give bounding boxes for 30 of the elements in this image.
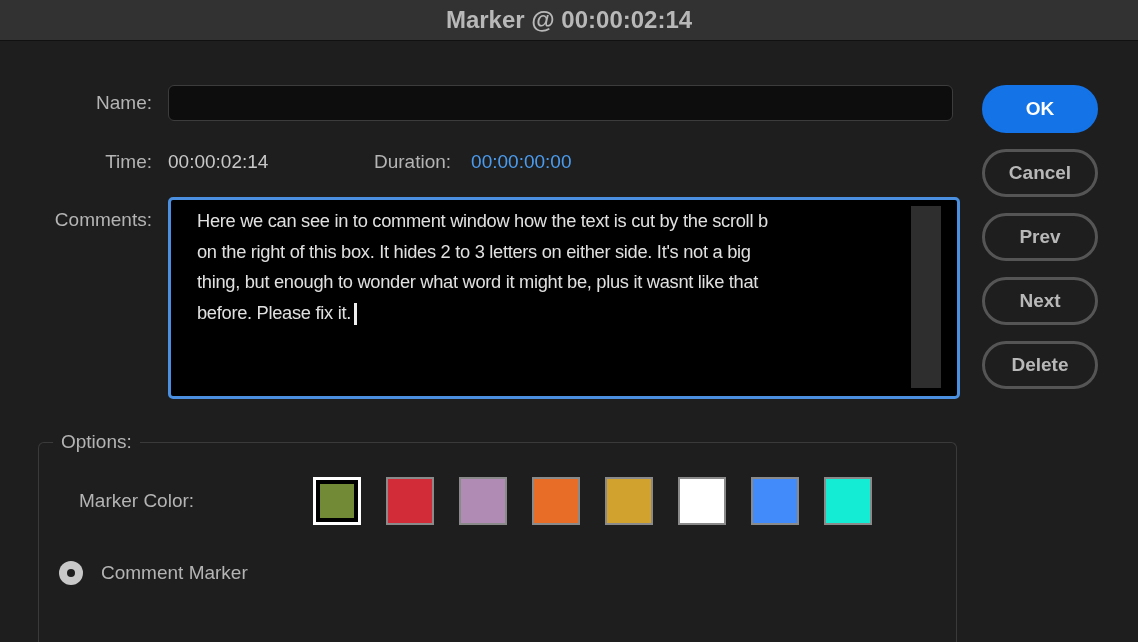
color-swatch[interactable]	[751, 477, 799, 525]
radio-label[interactable]: Comment Marker	[101, 562, 248, 584]
color-swatch[interactable]	[386, 477, 434, 525]
time-label: Time:	[104, 151, 152, 173]
comment-text: before. Please fix it.	[197, 301, 351, 323]
comments-label: Comments:	[53, 209, 152, 231]
scrollbar[interactable]	[911, 206, 941, 388]
color-swatch[interactable]	[459, 477, 507, 525]
color-swatch[interactable]	[532, 477, 580, 525]
color-swatch[interactable]	[824, 477, 872, 525]
color-swatch[interactable]	[678, 477, 726, 525]
color-swatch[interactable]	[605, 477, 653, 525]
duration-value[interactable]: 00:00:00:00	[471, 151, 572, 173]
window-title: Marker @ 00:00:02:14	[445, 6, 693, 34]
dialog-button[interactable]: Cancel	[982, 149, 1098, 197]
dialog-button[interactable]: Delete	[982, 341, 1098, 389]
dialog-button[interactable]: Next	[982, 277, 1098, 325]
name-field[interactable]	[168, 85, 953, 121]
time-value: 00:00:02:14	[168, 151, 270, 173]
dialog-button[interactable]: Prev	[982, 213, 1098, 261]
comment-text: on the right of this box. It hides 2 to 3 letters on either side. It's not a big	[197, 240, 751, 262]
name-label: Name:	[95, 92, 152, 114]
comment-text: Here we can see in to comment window how the text is cut by the scroll b	[197, 210, 768, 231]
ok-button[interactable]: OK	[982, 85, 1098, 133]
comments-field[interactable]	[168, 197, 960, 399]
comment-text: thing, but enough to wonder what word it might be, plus it wasnt like that	[197, 271, 759, 292]
duration-label: Duration:	[374, 151, 452, 173]
text-cursor	[353, 302, 357, 325]
radio-button[interactable]	[59, 561, 83, 585]
marker-color-label: Marker Color:	[79, 490, 196, 512]
